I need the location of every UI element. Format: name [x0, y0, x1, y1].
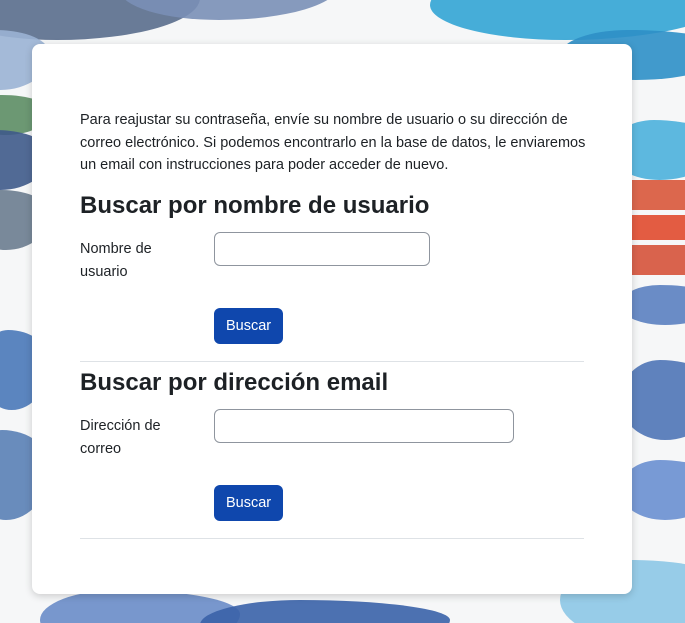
- section-divider: [80, 361, 584, 362]
- email-section-title: Buscar por dirección email: [80, 369, 389, 396]
- email-field-label: Dirección de correo: [80, 418, 161, 457]
- intro-text: Para reajustar su contraseña, envíe su n…: [80, 112, 586, 173]
- bottom-divider: [80, 538, 584, 539]
- search-by-username-button[interactable]: Buscar: [214, 308, 284, 344]
- search-by-email-button[interactable]: Buscar: [214, 485, 284, 521]
- email-input[interactable]: [214, 409, 514, 443]
- username-input[interactable]: [214, 232, 430, 266]
- forgot-password-card: Para reajustar su contraseña, envíe su n…: [32, 44, 632, 594]
- username-section-title: Buscar por nombre de usuario: [80, 192, 430, 219]
- username-field-label: Nombre de usuario: [80, 241, 152, 280]
